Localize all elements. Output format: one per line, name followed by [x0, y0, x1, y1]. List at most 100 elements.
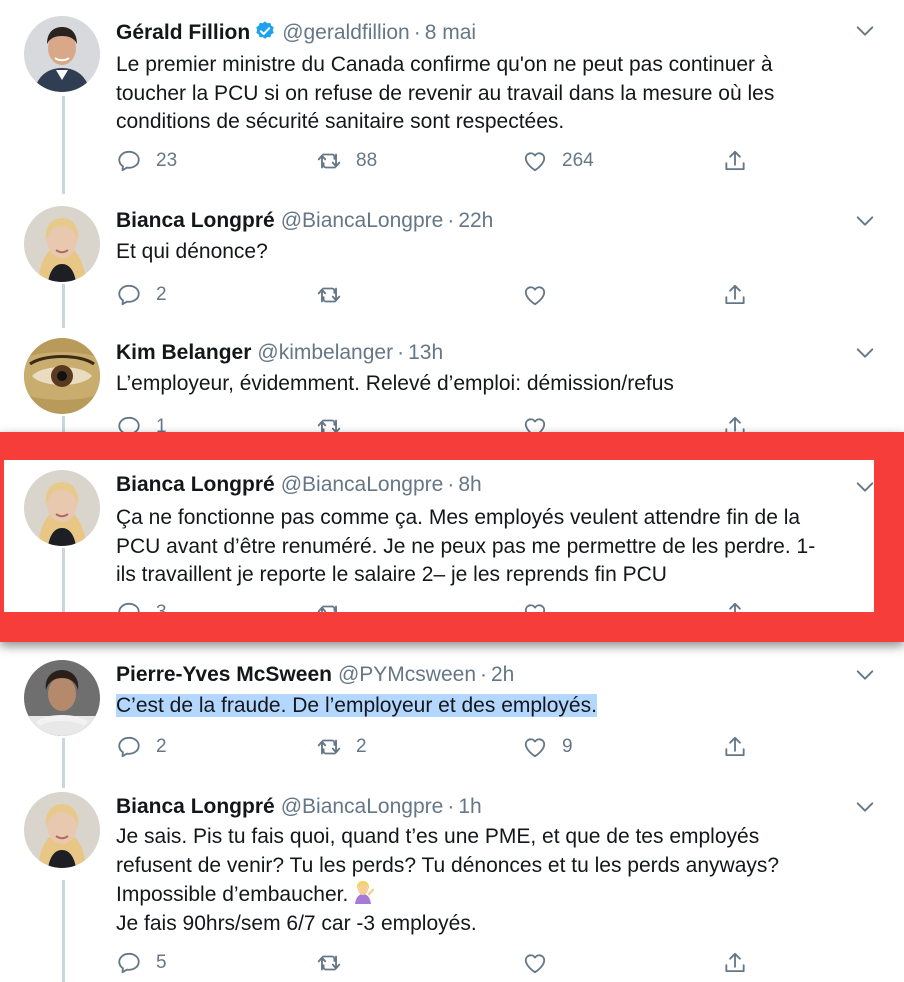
tweet-text-fragment: Impossible d’embaucher.: [116, 883, 349, 906]
author-handle[interactable]: @PYMcsween: [338, 663, 476, 686]
reply-icon: [116, 148, 142, 174]
heart-icon: [522, 734, 548, 760]
tweet-header: Gérald Fillion @geraldfillion · 8 mai: [116, 18, 476, 48]
reply-button[interactable]: 2: [116, 732, 167, 762]
tweet-pierre-yves-mcsween[interactable]: Pierre-Yves McSween @PYMcsween · 2h C’est d…: [0, 660, 904, 770]
tweet-text: Le premier ministre du Canada confirme q…: [116, 51, 876, 137]
share-button[interactable]: [722, 146, 748, 176]
share-icon: [722, 148, 748, 174]
reply-count: 5: [156, 952, 167, 973]
like-count: 264: [562, 150, 594, 171]
verified-badge-icon: [256, 21, 274, 39]
tweet-kim-belanger[interactable]: Kim Belanger @kimbelanger · 13h L’employeur…: [0, 338, 904, 438]
avatar[interactable]: [24, 660, 100, 736]
like-button[interactable]: [522, 280, 548, 310]
author-handle[interactable]: @BiancaLongpre: [281, 209, 444, 232]
tweet-text: Je sais. Pis tu fais quoi, quand t’es un…: [116, 823, 876, 938]
retweet-count: 88: [356, 150, 378, 171]
author-name[interactable]: Kim Belanger: [116, 341, 251, 364]
retweet-button[interactable]: [316, 280, 342, 310]
separator-dot: ·: [413, 21, 421, 44]
tweet-text-line: Je sais. Pis tu fais quoi, quand t’es un…: [116, 825, 760, 848]
reply-count: 23: [156, 150, 178, 171]
avatar[interactable]: [24, 16, 100, 92]
tweet-time[interactable]: 13h: [408, 341, 443, 364]
retweet-count: 2: [356, 736, 367, 757]
retweet-button[interactable]: [316, 948, 342, 978]
like-button[interactable]: 9: [522, 732, 573, 762]
red-highlight-frame: [0, 432, 904, 642]
chevron-down-icon[interactable]: [854, 664, 876, 686]
tweet-time[interactable]: 8 mai: [425, 21, 476, 44]
woman-tipping-hand-emoji: [355, 881, 375, 904]
avatar[interactable]: [24, 792, 100, 868]
tweet-text-line: C’est de la fraude. De l’employeur et de…: [116, 692, 876, 721]
author-name[interactable]: Bianca Longpré: [116, 209, 275, 232]
chevron-down-icon[interactable]: [854, 210, 876, 232]
author-handle[interactable]: @geraldfillion: [282, 21, 410, 44]
retweet-button[interactable]: 2: [316, 732, 367, 762]
tweet-actions: 2 2 9: [116, 732, 776, 762]
tweet-text-line: Je fais 90hrs/sem 6/7 car -3 employés.: [116, 911, 477, 935]
tweet-text: C’est de la fraude. De l’employeur et de…: [116, 692, 876, 721]
chevron-down-icon[interactable]: [854, 342, 876, 364]
tweet-bianca-longpre[interactable]: Bianca Longpré @BiancaLongpre · 22h Et qui …: [0, 206, 904, 316]
tweet-header: Pierre-Yves McSween @PYMcsween · 2h: [116, 660, 514, 690]
retweet-icon: [316, 282, 342, 308]
reply-count: 2: [156, 736, 167, 757]
author-name[interactable]: Bianca Longpré: [116, 795, 275, 818]
tweet-text-line: refusent de venir? Tu les perds? Tu déno…: [116, 853, 780, 877]
retweet-button[interactable]: 88: [316, 146, 377, 176]
share-icon: [722, 734, 748, 760]
author-handle[interactable]: @BiancaLongpre: [281, 795, 444, 818]
selected-text: C’est de la fraude. De l’employeur et de…: [116, 694, 597, 717]
reply-icon: [116, 950, 142, 976]
author-name[interactable]: Gérald Fillion: [116, 21, 250, 44]
separator-dot: ·: [397, 341, 405, 364]
tweet-time[interactable]: 1h: [458, 795, 481, 818]
share-button[interactable]: [722, 948, 748, 978]
tweet-text-line: Impossible d’embaucher.: [116, 880, 876, 910]
share-button[interactable]: [722, 280, 748, 310]
heart-icon: [522, 950, 548, 976]
separator-dot: ·: [447, 209, 455, 232]
tweet-text-line: Le premier ministre du Canada confirme q…: [116, 53, 773, 76]
tweet-gerald-fillion[interactable]: Gérald Fillion @geraldfillion · 8 mai Le pr…: [0, 16, 904, 186]
retweet-icon: [316, 950, 342, 976]
tweet-time[interactable]: 2h: [491, 663, 514, 686]
chevron-down-icon[interactable]: [854, 20, 876, 42]
tweet-actions: 2: [116, 280, 776, 310]
tweet-bianca-longpre-last[interactable]: Bianca Longpré @BiancaLongpre · 1h Je sais.…: [0, 792, 904, 982]
reply-button[interactable]: 5: [116, 948, 167, 978]
share-button[interactable]: [722, 732, 748, 762]
avatar[interactable]: [24, 206, 100, 282]
tweet-text-line: toucher la PCU si on refuse de revenir a…: [116, 81, 775, 105]
separator-dot: ·: [447, 795, 455, 818]
avatar[interactable]: [24, 338, 100, 414]
author-handle[interactable]: @kimbelanger: [257, 341, 393, 364]
reply-button[interactable]: 23: [116, 146, 177, 176]
tweet-header: Bianca Longpré @BiancaLongpre · 22h: [116, 206, 493, 236]
reply-icon: [116, 282, 142, 308]
tweet-actions: 5: [116, 948, 776, 978]
tweet-text: Et qui dénonce?: [116, 238, 876, 267]
tweet-actions: 23 88 264: [116, 146, 776, 176]
reply-button[interactable]: 2: [116, 280, 167, 310]
retweet-icon: [316, 734, 342, 760]
heart-icon: [522, 148, 548, 174]
tweet-time[interactable]: 22h: [458, 209, 493, 232]
tweet-text-line: L’employeur, évidemment. Relevé d’emploi…: [116, 372, 674, 395]
chevron-down-icon[interactable]: [854, 796, 876, 818]
tweet-text: L’employeur, évidemment. Relevé d’emploi…: [116, 370, 876, 399]
tweet-header: Kim Belanger @kimbelanger · 13h: [116, 338, 443, 368]
like-button[interactable]: [522, 948, 548, 978]
tweet-text-line: conditions de sécurité sanitaire sont re…: [116, 110, 565, 133]
like-button[interactable]: 264: [522, 146, 594, 176]
share-icon: [722, 950, 748, 976]
like-count: 9: [562, 736, 573, 757]
retweet-icon: [316, 148, 342, 174]
share-icon: [722, 282, 748, 308]
reply-icon: [116, 734, 142, 760]
tweet-header: Bianca Longpré @BiancaLongpre · 1h: [116, 792, 482, 822]
author-name[interactable]: Pierre-Yves McSween: [116, 663, 332, 686]
